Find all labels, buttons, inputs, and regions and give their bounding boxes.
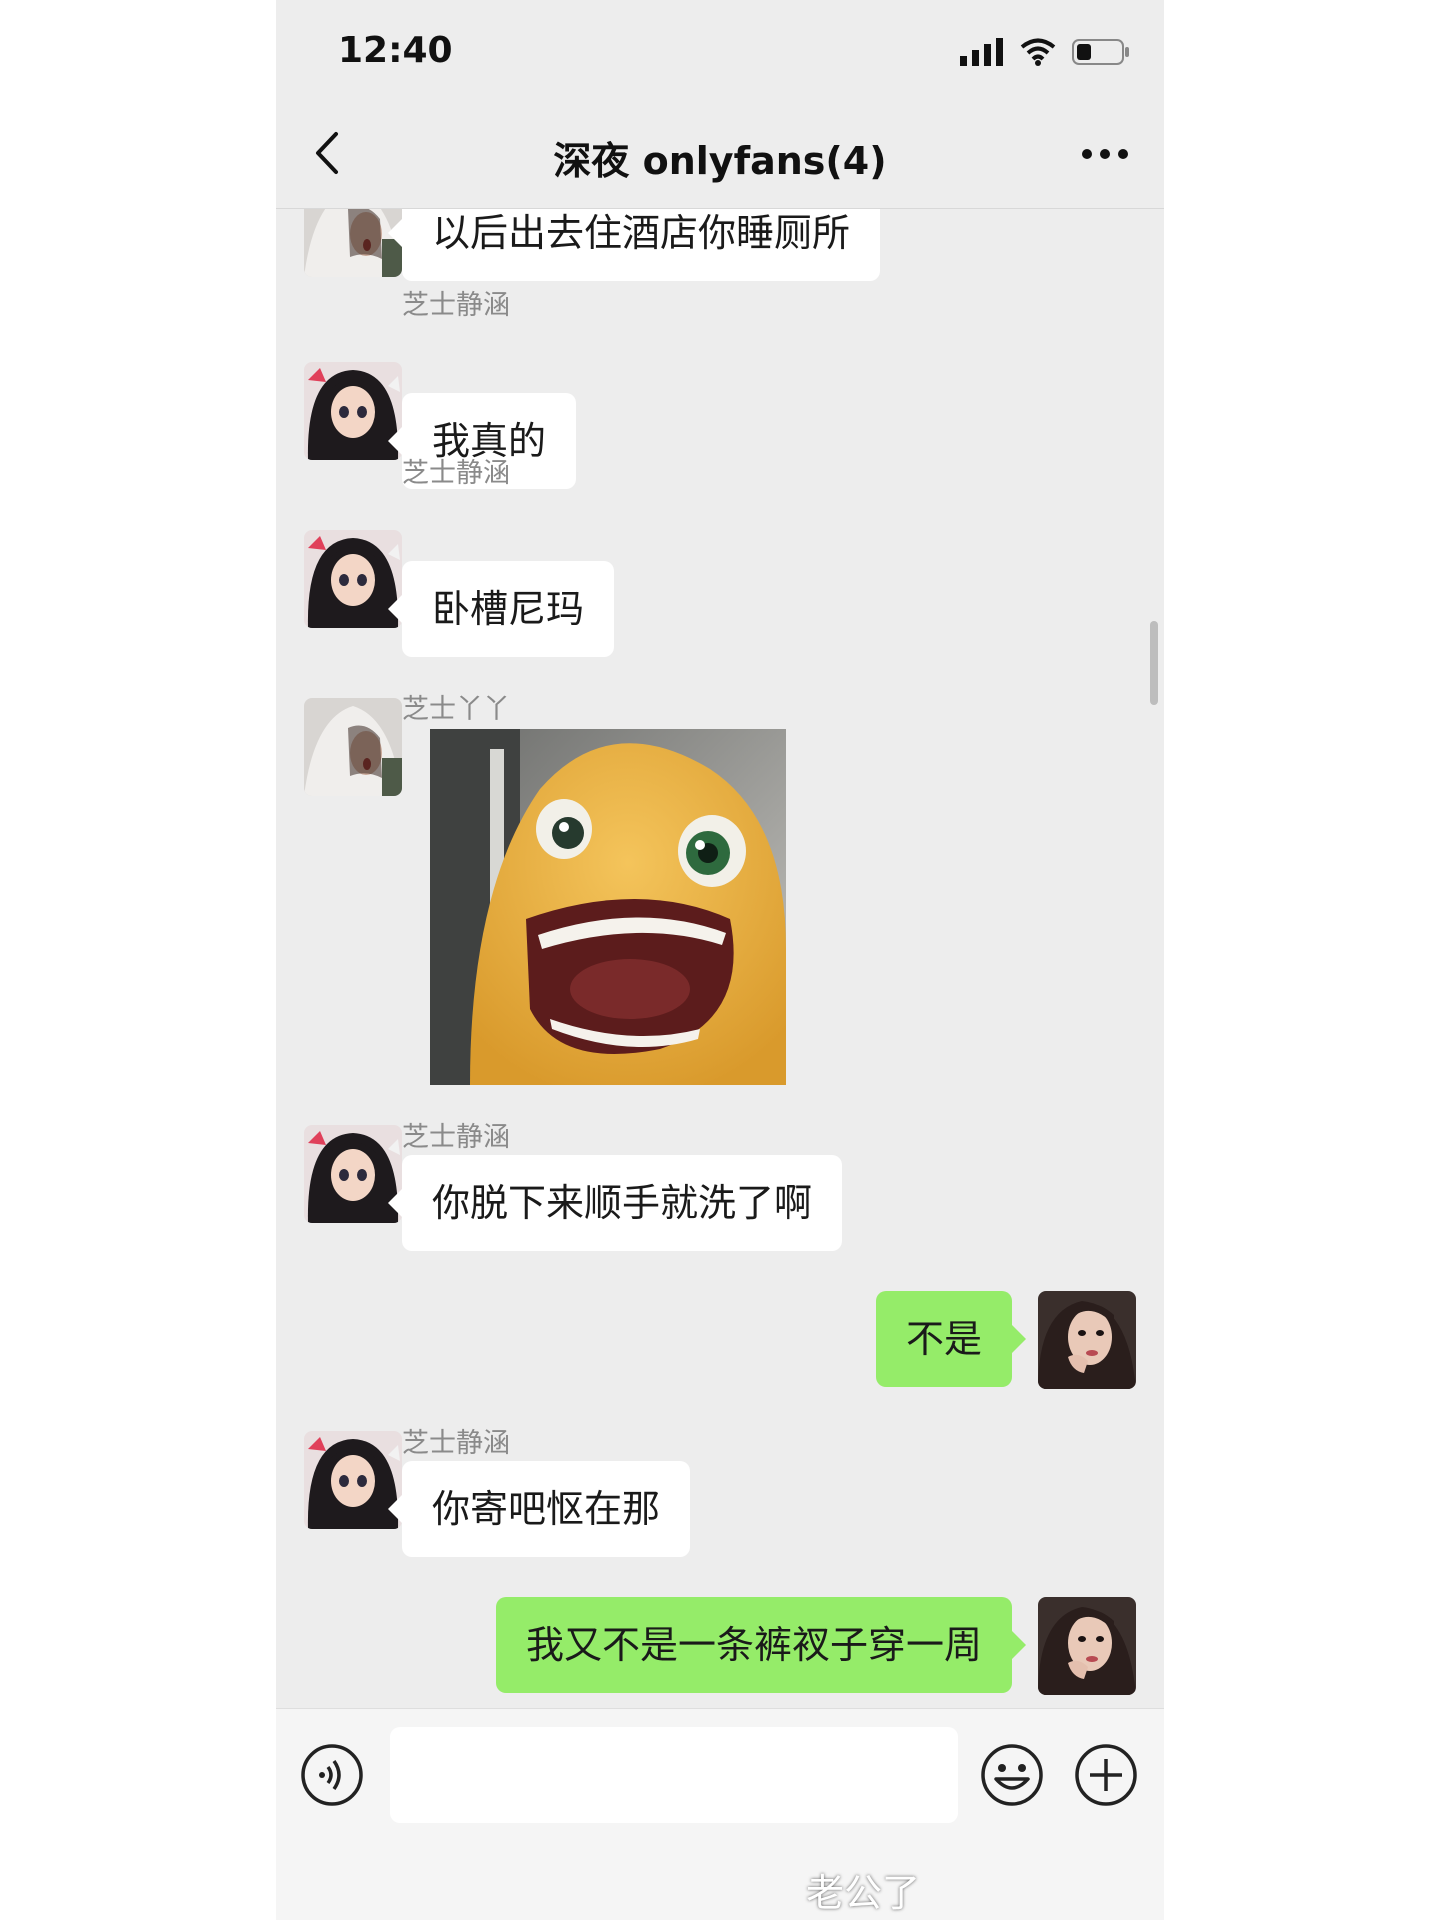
avatar-yaya[interactable] xyxy=(304,698,402,796)
scrollbar[interactable] xyxy=(1150,621,1158,705)
status-time: 12:40 xyxy=(338,30,453,71)
message-bubble-outgoing[interactable]: 我又不是一条裤衩子穿一周 xyxy=(495,1597,1027,1693)
sender-name: 芝士静涵 xyxy=(402,1428,510,1459)
sender-name: 芝士丫丫 xyxy=(402,694,510,725)
plus-icon[interactable] xyxy=(1074,1743,1138,1807)
voice-icon[interactable] xyxy=(300,1743,364,1807)
input-bar xyxy=(276,1708,1164,1920)
wifi-icon xyxy=(1020,38,1056,66)
message-input[interactable] xyxy=(390,1727,958,1823)
message-bubble[interactable]: 卧槽尼玛 xyxy=(387,561,615,657)
sender-name: 芝士静涵 xyxy=(402,290,510,321)
emoji-icon[interactable] xyxy=(980,1743,1044,1807)
sticker-image[interactable] xyxy=(430,729,786,1085)
chat-title: 深夜 onlyfans(4) xyxy=(553,139,887,183)
message-list[interactable]: 以后出去住酒店你睡厕所 芝士静涵 我真的 芝士静涵 卧槽尼玛 芝士丫丫 芝士静涵… xyxy=(276,209,1164,1709)
signal-icon xyxy=(960,38,1003,66)
sender-name: 芝士静涵 xyxy=(402,458,510,489)
more-dots-icon[interactable] xyxy=(1080,134,1130,174)
sender-name: 芝士静涵 xyxy=(402,1122,510,1153)
message-bubble[interactable]: 你寄吧怄在那 xyxy=(387,1461,691,1557)
avatar-me[interactable] xyxy=(1038,1291,1136,1389)
message-bubble[interactable]: 以后出去住酒店你睡厕所 xyxy=(387,209,881,281)
watermark-text: 老公了 xyxy=(806,1871,921,1915)
avatar-me[interactable] xyxy=(1038,1597,1136,1695)
message-bubble[interactable]: 你脱下来顺手就洗了啊 xyxy=(387,1155,843,1251)
chat-screen: 12:40 深夜 onlyfans(4) 以后出去住酒店你睡厕所 芝士静涵 我真… xyxy=(276,0,1164,1920)
battery-icon xyxy=(1072,39,1129,65)
navbar: 深夜 onlyfans(4) xyxy=(276,100,1164,209)
message-bubble-outgoing[interactable]: 不是 xyxy=(875,1291,1027,1387)
status-icons xyxy=(960,34,1130,70)
